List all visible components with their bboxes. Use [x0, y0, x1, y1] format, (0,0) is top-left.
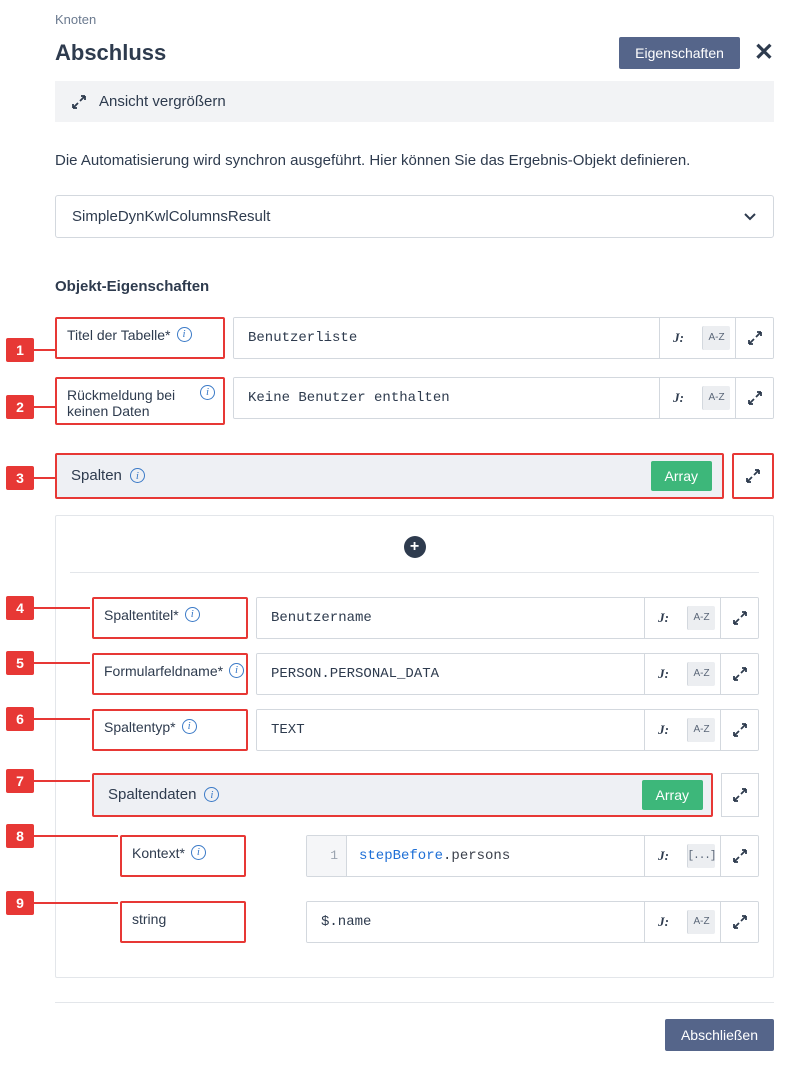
page-title: Abschluss: [55, 40, 166, 66]
section-heading: Objekt-Eigenschaften: [55, 278, 774, 295]
array-badge: Array: [642, 780, 703, 810]
info-icon[interactable]: i: [191, 845, 206, 860]
expand-field-icon[interactable]: [720, 836, 758, 876]
type-az-badge: A-Z: [687, 662, 715, 686]
expand-array-icon[interactable]: [732, 453, 774, 499]
input-form-field[interactable]: [257, 654, 644, 694]
array-badge: Array: [651, 461, 712, 491]
type-az-badge: A-Z: [687, 718, 715, 742]
expand-field-icon[interactable]: [735, 318, 773, 358]
input-column-type[interactable]: [257, 710, 644, 750]
description-text: Die Automatisierung wird synchron ausgef…: [55, 150, 774, 173]
callout-2: 2: [6, 395, 34, 419]
input-table-title[interactable]: [234, 318, 659, 358]
result-type-value: SimpleDynKwlColumnsResult: [72, 208, 270, 225]
result-type-select[interactable]: SimpleDynKwlColumnsResult: [55, 195, 774, 238]
label-string: string: [120, 901, 246, 943]
label-context: Kontext* i: [120, 835, 246, 877]
line-number: 1: [307, 836, 347, 876]
json-toggle[interactable]: J:: [644, 598, 682, 638]
input-no-data[interactable]: [234, 378, 659, 418]
callout-1: 1: [6, 338, 34, 362]
expand-field-icon[interactable]: [720, 654, 758, 694]
info-icon[interactable]: i: [229, 663, 244, 678]
label-table-title: Titel der Tabelle* i: [55, 317, 225, 359]
input-string[interactable]: [307, 902, 644, 942]
expand-icon: [71, 94, 87, 110]
input-context[interactable]: stepBefore.persons: [347, 836, 644, 876]
callout-9: 9: [6, 891, 34, 915]
input-column-title[interactable]: [257, 598, 644, 638]
json-toggle[interactable]: J:: [644, 902, 682, 942]
label-no-data: Rückmeldung bei keinen Daten i: [55, 377, 225, 425]
callout-5: 5: [6, 651, 34, 675]
type-az-badge: A-Z: [702, 326, 730, 350]
json-toggle[interactable]: J:: [659, 318, 697, 358]
expand-field-icon[interactable]: [735, 378, 773, 418]
column-data-array-header[interactable]: Spaltendaten i Array: [92, 773, 713, 817]
chevron-down-icon: [743, 209, 757, 223]
info-icon[interactable]: i: [177, 327, 192, 342]
info-icon[interactable]: i: [204, 787, 219, 802]
type-array-badge: [...]: [687, 844, 715, 868]
expand-field-icon[interactable]: [720, 710, 758, 750]
close-icon[interactable]: ✕: [754, 41, 774, 65]
callout-4: 4: [6, 596, 34, 620]
type-az-badge: A-Z: [687, 606, 715, 630]
expand-view-bar[interactable]: Ansicht vergrößern: [55, 81, 774, 122]
type-az-badge: A-Z: [687, 910, 715, 934]
expand-field-icon[interactable]: [720, 902, 758, 942]
label-column-type: Spaltentyp* i: [92, 709, 248, 751]
type-az-badge: A-Z: [702, 386, 730, 410]
info-icon[interactable]: i: [182, 719, 197, 734]
expand-field-icon[interactable]: [720, 598, 758, 638]
callout-7: 7: [6, 769, 34, 793]
json-toggle[interactable]: J:: [644, 836, 682, 876]
callout-3: 3: [6, 466, 34, 490]
complete-button[interactable]: Abschließen: [665, 1019, 774, 1051]
callout-6: 6: [6, 707, 34, 731]
label-form-field: Formularfeldname* i: [92, 653, 248, 695]
add-item-button[interactable]: +: [404, 536, 426, 558]
expand-view-label: Ansicht vergrößern: [99, 93, 226, 110]
json-toggle[interactable]: J:: [659, 378, 697, 418]
json-toggle[interactable]: J:: [644, 710, 682, 750]
info-icon[interactable]: i: [200, 385, 215, 400]
properties-button[interactable]: Eigenschaften: [619, 37, 740, 69]
expand-array-icon[interactable]: [721, 773, 759, 817]
callout-8: 8: [6, 824, 34, 848]
columns-array-header[interactable]: Spalten i Array: [55, 453, 724, 499]
info-icon[interactable]: i: [130, 468, 145, 483]
label-column-title: Spaltentitel* i: [92, 597, 248, 639]
json-toggle[interactable]: J:: [644, 654, 682, 694]
info-icon[interactable]: i: [185, 607, 200, 622]
breadcrumb: Knoten: [55, 12, 774, 27]
